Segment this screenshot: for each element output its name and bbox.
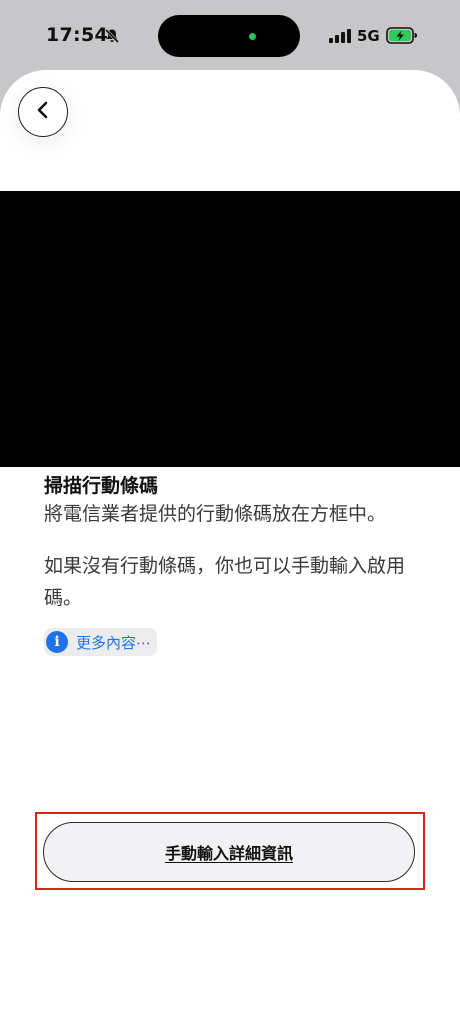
status-bar: 17:54 5G [0,0,460,72]
chevron-left-icon [34,101,52,123]
manual-entry-button[interactable]: 手動輸入詳細資訊 [43,822,415,882]
battery-charging-icon [386,27,418,48]
dynamic-island [158,15,300,57]
camera-indicator-dot [249,33,256,40]
more-info-link[interactable]: i 更多內容⋯ [44,628,158,656]
manual-entry-label: 手動輸入詳細資訊 [164,844,293,863]
network-type: 5G [357,27,380,45]
camera-viewfinder [0,191,460,467]
signal-bars-icon [329,28,351,47]
info-icon: i [46,631,68,653]
alternative-text: 如果沒有行動條碼，你也可以手動輸入啟用碼。 [44,555,406,609]
instruction-text: 將電信業者提供的行動條碼放在方框中。 [44,503,387,525]
back-button[interactable] [18,87,68,137]
status-time: 17:54 [46,24,108,46]
more-info-label: 更多內容⋯ [76,633,152,652]
scan-instructions: 掃描行動條碼 將電信業者提供的行動條碼放在方框中。 如果沒有行動條碼，你也可以手… [44,474,424,656]
page-title: 掃描行動條碼 [44,475,159,497]
bell-slash-icon [104,28,120,48]
